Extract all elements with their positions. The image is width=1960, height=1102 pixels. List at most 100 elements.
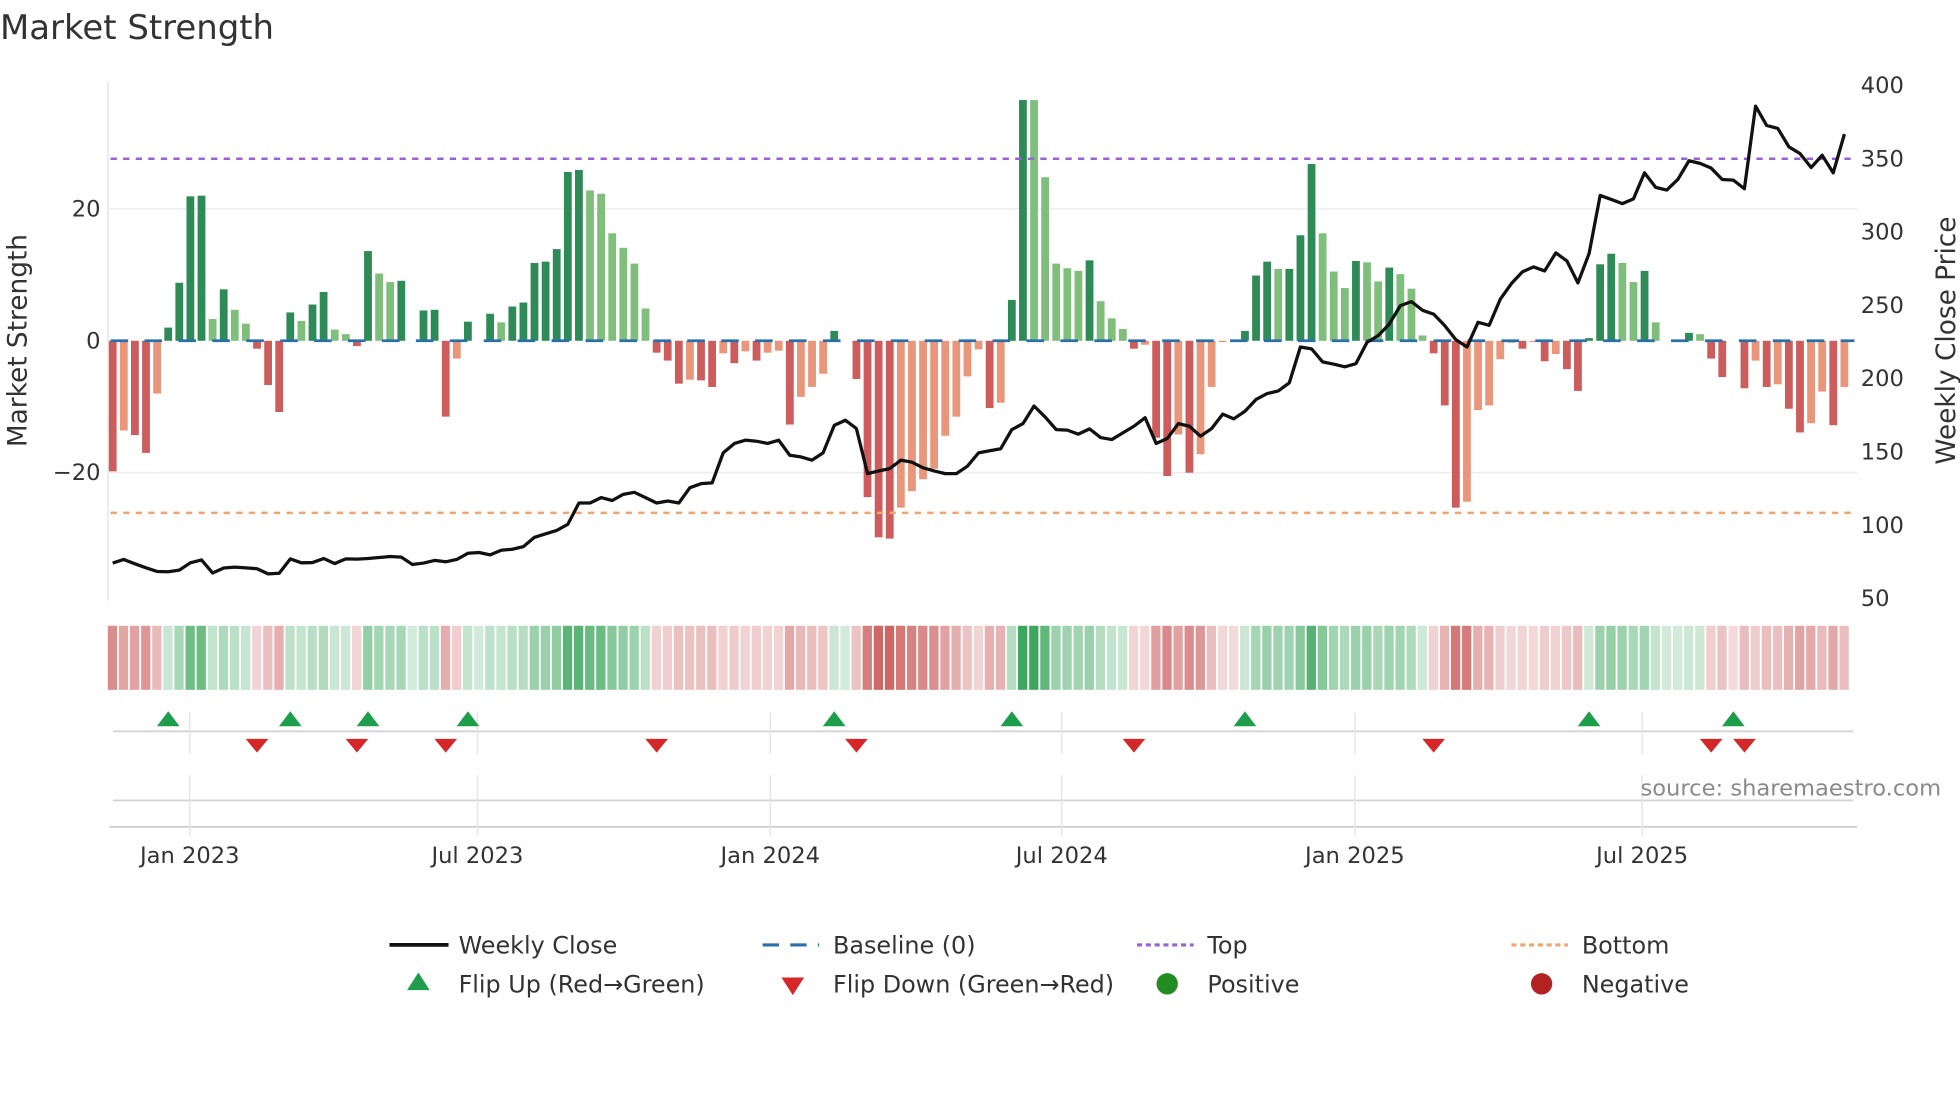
y-left-tick-label: 20 [72,196,101,222]
strip-cell [884,625,895,690]
y-right-tick-label: 150 [1861,439,1904,465]
flip-down-marker [245,738,269,753]
flip-up-marker [1000,711,1024,727]
strength-bar [486,313,495,341]
strip-cell [585,625,595,690]
legend-label: Bottom [1582,932,1670,960]
flip-up-marker [1722,711,1745,727]
chart-title: Market Strength [0,8,274,47]
strip-cell [1106,625,1117,690]
strip-cell [1084,625,1094,690]
strength-bar [1762,340,1771,387]
strength-bar [131,340,139,436]
strip-cell [152,625,162,690]
strength-bar [1063,268,1072,341]
strip-cell [1417,625,1427,690]
flip-up-marker [156,711,180,727]
strength-bar [730,340,739,364]
strip-cell [396,625,406,690]
strength-bar [708,340,717,387]
legend-negative: Negative [1530,971,1689,999]
strip-cell [174,625,184,690]
strip-cell [252,625,262,690]
strength-bar [242,323,250,341]
strip-cell [1206,625,1217,690]
strength-bar [364,251,372,341]
y-axis-label-right: Weekly Close Price [1932,216,1960,464]
strength-bar [164,327,173,341]
strip-cell [1129,625,1139,690]
strip-cell [929,625,939,690]
strip-cell [951,625,961,690]
strip-cell [340,625,351,690]
strength-bar [1207,340,1216,387]
strip-cell [1606,625,1616,690]
strength-bar [674,340,683,384]
strip-cell [607,625,617,690]
strength-bar [763,340,772,353]
strip-cell [229,625,240,690]
strip-cell [118,625,129,690]
strip-cell [551,625,562,690]
triangle-up-icon [407,972,430,991]
x-tick-label: Jul 2024 [1014,843,1108,869]
strip-cell [285,625,295,690]
strip-cell [518,625,528,690]
strength-bar [330,329,339,341]
strip-cell [507,625,517,690]
strength-bar [1030,100,1038,341]
strip-cell [1706,625,1716,690]
strip-cell [596,625,606,690]
strength-bar [1718,340,1727,378]
legend-flip-up: Flip Up (Red→Green) [407,971,705,999]
strength-bar [464,321,472,341]
strip-cell [318,625,329,690]
strip-cell [1117,625,1128,690]
strength-bar [852,340,861,380]
strip-cell [1450,625,1461,690]
market-strength-chart: Market Strength Market Strength Weekly C… [0,8,1960,999]
strip-cell [707,625,717,690]
flip-up-marker [822,711,846,727]
strip-cell [1051,625,1061,690]
reference-lines [110,157,1855,515]
strip-cell [207,625,218,690]
strength-bar [1163,340,1172,476]
strip-cell [618,625,628,690]
strip-cell [784,625,795,690]
legend-positive: Positive [1156,971,1299,999]
strength-bar [1363,262,1371,341]
strip-cell [1806,625,1816,690]
strip-cell [296,625,306,690]
strip-cell [873,625,884,690]
strip-cell [718,625,728,690]
legend-bottom: Bottom [1511,932,1669,960]
strength-bar [752,340,761,361]
strip-cell [1428,625,1439,690]
strip-cell [918,625,928,690]
strip-cell [1373,625,1383,690]
strength-bar [1418,335,1427,341]
strength-bar [1352,260,1360,341]
strip-cell [862,625,872,690]
strip-cell [196,625,206,690]
strength-bar [1318,233,1327,341]
legend-label: Positive [1207,971,1299,999]
strip-cell [485,625,495,690]
x-tick-label: Jan 2025 [1303,843,1405,869]
strip-cell [840,625,850,690]
strip-cell [1750,625,1760,690]
strip-cell [696,625,706,690]
strip-cell [307,625,317,690]
strength-bar [830,330,839,341]
strip-cell [141,625,151,690]
strip-cell [1328,625,1339,690]
strength-bar [663,340,672,361]
strip-cell [1672,625,1683,690]
strip-cell [851,625,861,690]
strength-bar [153,340,161,394]
y-axis-label-left: Market Strength [3,234,33,447]
legend-label: Top [1206,932,1247,960]
flip-up-marker [1577,711,1601,727]
strip-cell [1029,625,1039,690]
